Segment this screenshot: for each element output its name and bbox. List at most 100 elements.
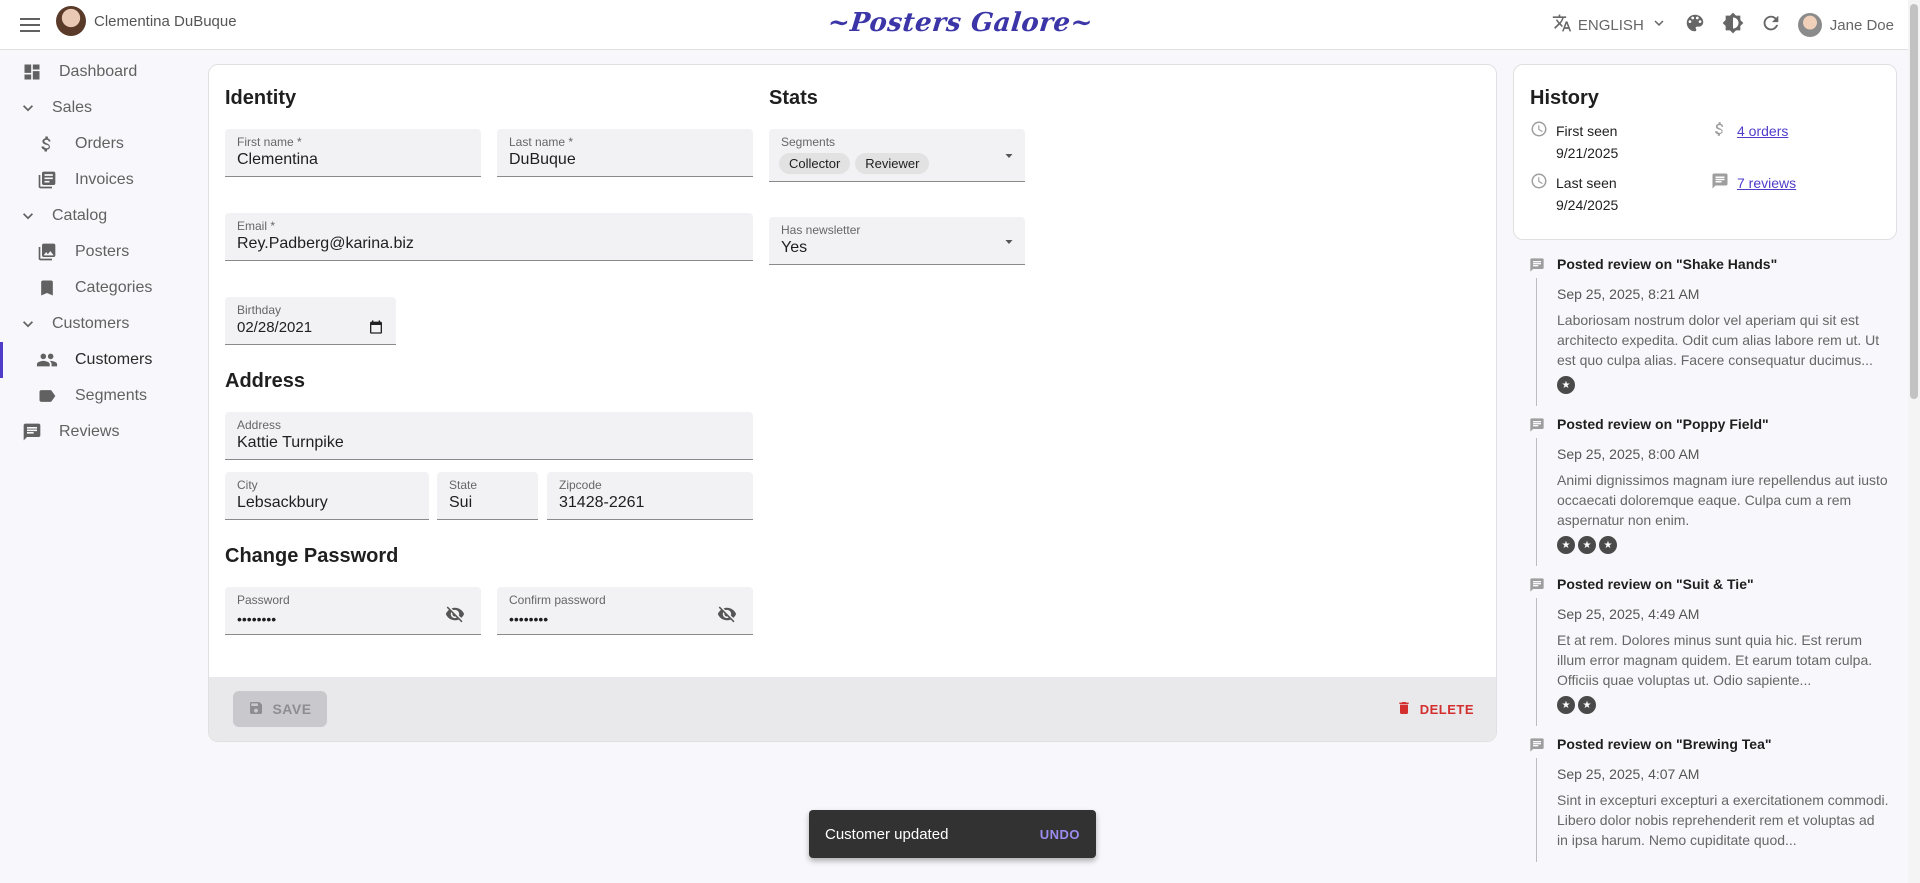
field-label: Zipcode <box>559 478 602 492</box>
sidebar-item-orders[interactable]: Orders <box>0 126 200 162</box>
field-value: Kattie Turnpike <box>237 434 344 451</box>
first-name-field[interactable]: First name * Clementina <box>225 129 481 177</box>
field-label: Address <box>237 418 282 432</box>
sidebar-item-posters[interactable]: Posters <box>0 234 200 270</box>
clock-icon <box>1530 120 1548 164</box>
sidebar-item-invoices[interactable]: Invoices <box>0 162 200 198</box>
newsletter-select[interactable]: Has newsletter Yes <box>769 217 1025 265</box>
field-value: Lebsackbury <box>237 494 328 511</box>
confirm-password-field[interactable]: Confirm password •••••••• <box>497 587 753 635</box>
first-seen: First seen 9/21/2025 <box>1530 120 1618 164</box>
language-label: ENGLISH <box>1577 16 1644 34</box>
sidebar-item-categories[interactable]: Categories <box>0 270 200 306</box>
save-button[interactable]: SAVE <box>233 691 327 727</box>
sidebar-item-label: Invoices <box>75 171 134 188</box>
visibility-off-icon[interactable] <box>445 604 465 629</box>
segments-select[interactable]: Segments Collector Reviewer <box>769 129 1025 182</box>
password-section-title: Change Password <box>225 545 399 567</box>
reviews-link[interactable]: 7 reviews <box>1737 172 1796 196</box>
chevron-down-icon <box>1650 14 1668 36</box>
address-field[interactable]: Address Kattie Turnpike <box>225 412 753 460</box>
delete-button[interactable]: DELETE <box>1388 691 1482 727</box>
orders-link[interactable]: 4 orders <box>1737 120 1788 144</box>
first-seen-date: 9/21/2025 <box>1556 145 1619 161</box>
field-value: •••••••• <box>237 611 277 627</box>
sidebar-group-customers[interactable]: Customers <box>0 306 200 342</box>
sidebar-item-label: Categories <box>75 279 153 296</box>
sidebar-item-segments[interactable]: Segments <box>0 378 200 414</box>
activity-timeline: Posted review on "Shake Hands" Sep 25, 20… <box>1513 254 1897 870</box>
sidebar-item-customers[interactable]: Customers <box>0 342 200 378</box>
field-value: Rey.Padberg@karina.biz <box>237 235 414 252</box>
field-value: 31428-2261 <box>559 494 645 511</box>
event-body: Sint in excepturi excepturi a exercitati… <box>1557 792 1889 848</box>
sidebar-group-label: Customers <box>52 315 130 332</box>
user-menu[interactable]: Jane Doe <box>1797 13 1894 37</box>
sidebar-group-label: Catalog <box>52 207 108 224</box>
timeline-event[interactable]: Posted review on "Suit & Tie" Sep 25, 202… <box>1513 574 1897 726</box>
delete-label: DELETE <box>1419 701 1474 717</box>
undo-button[interactable]: UNDO <box>1040 827 1080 842</box>
field-value: Sui <box>449 494 473 511</box>
zipcode-field[interactable]: Zipcode 31428-2261 <box>547 472 753 520</box>
reviews-summary: 7 reviews <box>1711 172 1796 196</box>
history-title: History <box>1530 87 1599 109</box>
palette-icon[interactable] <box>1684 12 1706 38</box>
sidebar-item-label: Dashboard <box>59 63 138 80</box>
theme-toggle-icon[interactable] <box>1722 12 1744 38</box>
rating-stars: ★ <box>1557 376 1897 394</box>
comment-icon <box>1529 737 1545 758</box>
segments-chips: Collector Reviewer <box>779 153 934 174</box>
timeline-event[interactable]: Posted review on "Shake Hands" Sep 25, 20… <box>1513 254 1897 406</box>
orders-summary: 4 orders <box>1711 120 1788 144</box>
event-body: Animi dignissimos magnam iure repellendu… <box>1557 472 1888 528</box>
sidebar-item-label: Orders <box>75 135 124 152</box>
star-icon: ★ <box>1557 696 1575 714</box>
event-date: Sep 25, 2025, 4:07 AM <box>1557 766 1700 782</box>
dollar-icon <box>1711 120 1729 144</box>
segment-chip: Reviewer <box>855 153 930 174</box>
field-value: •••••••• <box>509 611 549 627</box>
label-icon <box>35 384 59 408</box>
birthday-field[interactable]: Birthday 02/28/2021 <box>225 297 396 345</box>
visibility-off-icon[interactable] <box>717 604 737 629</box>
star-icon: ★ <box>1599 536 1617 554</box>
app-bar: Clementina DuBuque ~Posters Galore~ ENGL… <box>0 0 1920 50</box>
state-field[interactable]: State Sui <box>437 472 538 520</box>
clock-icon <box>1530 172 1548 216</box>
last-seen: Last seen 9/24/2025 <box>1530 172 1618 216</box>
timeline-connector <box>1536 438 1537 566</box>
sidebar-group-label: Sales <box>52 99 93 116</box>
sidebar-item-label: Reviews <box>59 423 120 440</box>
last-name-field[interactable]: Last name * DuBuque <box>497 129 753 177</box>
sidebar-item-label: Posters <box>75 243 130 260</box>
scrollbar-thumb[interactable] <box>1910 4 1918 399</box>
comment-icon <box>1711 172 1729 196</box>
field-value: DuBuque <box>509 151 576 168</box>
people-icon <box>35 348 59 372</box>
sidebar-group-catalog[interactable]: Catalog <box>0 198 200 234</box>
language-menu[interactable]: ENGLISH <box>1552 13 1668 37</box>
save-icon <box>248 700 264 719</box>
rating-stars: ★ ★ <box>1557 696 1897 714</box>
comment-icon <box>1529 417 1545 438</box>
sidebar-item-reviews[interactable]: Reviews <box>0 414 200 450</box>
timeline-event[interactable]: Posted review on "Poppy Field" Sep 25, 20… <box>1513 414 1897 566</box>
sidebar-item-dashboard[interactable]: Dashboard <box>0 54 200 90</box>
event-title: Posted review on "Suit & Tie" <box>1557 576 1754 592</box>
delete-icon <box>1396 700 1412 719</box>
comment-icon <box>1529 257 1545 278</box>
timeline-connector <box>1536 758 1537 862</box>
page-scrollbar[interactable] <box>1908 0 1920 883</box>
city-field[interactable]: City Lebsackbury <box>225 472 429 520</box>
refresh-icon[interactable] <box>1760 12 1782 38</box>
field-value: Yes <box>781 239 808 256</box>
timeline-event[interactable]: Posted review on "Brewing Tea" Sep 25, 20… <box>1513 734 1897 862</box>
calendar-icon[interactable] <box>368 319 384 340</box>
event-body: Laboriosam nostrum dolor vel aperiam qui… <box>1557 312 1880 368</box>
email-field[interactable]: Email * Rey.Padberg@karina.biz <box>225 213 753 261</box>
sidebar-group-sales[interactable]: Sales <box>0 90 200 126</box>
field-label: State <box>449 478 478 492</box>
field-label: Has newsletter <box>781 223 861 237</box>
password-field[interactable]: Password •••••••• <box>225 587 481 635</box>
